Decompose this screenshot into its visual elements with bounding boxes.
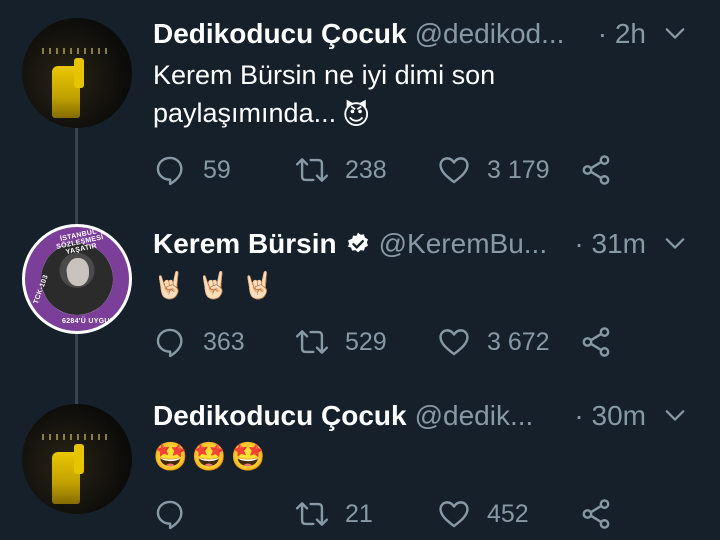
avatar[interactable]: İSTANBUL SÖZLEŞMESİ YAŞATIR TCK-103 6284…	[22, 224, 132, 334]
retweet-button[interactable]: 238	[295, 150, 387, 190]
retweet-icon	[295, 502, 329, 526]
share-button[interactable]	[579, 494, 613, 534]
user-handle[interactable]: @KeremBu...	[379, 228, 547, 260]
tweet[interactable]: Dedikoducu Çocuk @dedik... · 30m 🤩 🤩 🤩 2…	[0, 368, 720, 540]
retweet-count: 238	[345, 155, 387, 184]
retweet-button[interactable]: 21	[295, 494, 373, 534]
reply-button[interactable]	[153, 494, 203, 534]
tweet[interactable]: Dedikoducu Çocuk @dedikod... · 2h Kerem …	[0, 0, 720, 198]
like-button[interactable]: 3 672	[437, 322, 550, 362]
tweet-header: Dedikoducu Çocuk @dedik... · 30m	[153, 398, 698, 434]
action-bar: 363 529 3 672	[153, 322, 633, 362]
retweet-count: 529	[345, 327, 387, 356]
share-icon	[582, 327, 610, 357]
like-count: 452	[487, 499, 529, 528]
reply-count: 363	[203, 327, 245, 356]
share-icon	[582, 155, 610, 185]
chevron-down-icon[interactable]	[664, 232, 686, 254]
retweet-icon	[295, 330, 329, 354]
avatar-badge-text: 6284'Ü UYGULA	[62, 318, 120, 325]
avatar-pattern	[42, 48, 112, 54]
verified-icon	[347, 232, 368, 253]
chevron-down-icon[interactable]	[664, 22, 686, 44]
reply-icon	[156, 156, 183, 186]
display-name[interactable]: Kerem Bürsin	[153, 228, 337, 260]
timestamp[interactable]: · 30m	[574, 398, 646, 434]
devil-emoji: 😈	[342, 99, 371, 130]
chevron-down-icon[interactable]	[664, 404, 686, 426]
like-button[interactable]: 452	[437, 494, 529, 534]
timestamp[interactable]: · 2h	[598, 16, 646, 52]
retweet-button[interactable]: 529	[295, 322, 387, 362]
display-name[interactable]: Dedikoducu Çocuk	[153, 400, 407, 432]
like-icon	[439, 157, 469, 184]
avatar-figure	[74, 58, 84, 88]
star-struck-emoji: 🤩	[153, 441, 188, 472]
like-button[interactable]: 3 179	[437, 150, 550, 190]
like-count: 3 672	[487, 327, 550, 356]
tweet-header: Dedikoducu Çocuk @dedikod... · 2h	[153, 16, 698, 52]
like-icon	[439, 501, 469, 528]
action-bar: 21 452	[153, 494, 633, 534]
tweet-emojis: 🤩 🤩 🤩	[153, 440, 266, 473]
action-bar: 59 238 3 179	[153, 150, 633, 190]
retweet-count: 21	[345, 499, 373, 528]
reply-icon	[156, 500, 183, 530]
timestamp[interactable]: · 31m	[574, 226, 646, 262]
rock-on-emoji: 🤘🏻	[241, 270, 275, 300]
tweet-text: Kerem Bürsin ne iyi dimi son paylaşımınd…	[153, 56, 653, 134]
star-struck-emoji: 🤩	[230, 441, 266, 472]
user-handle[interactable]: @dedik...	[415, 400, 534, 432]
tweet-emojis: 🤘🏻 🤘🏻 🤘🏻	[153, 270, 274, 301]
reply-button[interactable]: 59	[153, 150, 231, 190]
rock-on-emoji: 🤘🏻	[153, 270, 186, 300]
like-icon	[439, 329, 469, 356]
avatar-pattern	[42, 434, 112, 440]
avatar[interactable]	[22, 404, 132, 514]
user-handle[interactable]: @dedikod...	[415, 18, 565, 50]
reply-button[interactable]: 363	[153, 322, 245, 362]
share-button[interactable]	[579, 150, 613, 190]
tweet-text-body: Kerem Bürsin ne iyi dimi son paylaşımınd…	[153, 60, 496, 128]
reply-count: 59	[203, 155, 231, 184]
tweet-header: Kerem Bürsin @KeremBu... · 31m	[153, 226, 698, 262]
reply-icon	[156, 328, 183, 358]
like-count: 3 179	[487, 155, 550, 184]
share-button[interactable]	[579, 322, 613, 362]
avatar[interactable]	[22, 18, 132, 128]
tweet[interactable]: İSTANBUL SÖZLEŞMESİ YAŞATIR TCK-103 6284…	[0, 198, 720, 368]
rock-on-emoji: 🤘🏻	[197, 270, 230, 300]
star-struck-emoji: 🤩	[191, 441, 227, 472]
avatar-figure	[74, 444, 84, 474]
display-name[interactable]: Dedikoducu Çocuk	[153, 18, 407, 50]
retweet-icon	[295, 158, 329, 182]
share-icon	[582, 499, 610, 529]
